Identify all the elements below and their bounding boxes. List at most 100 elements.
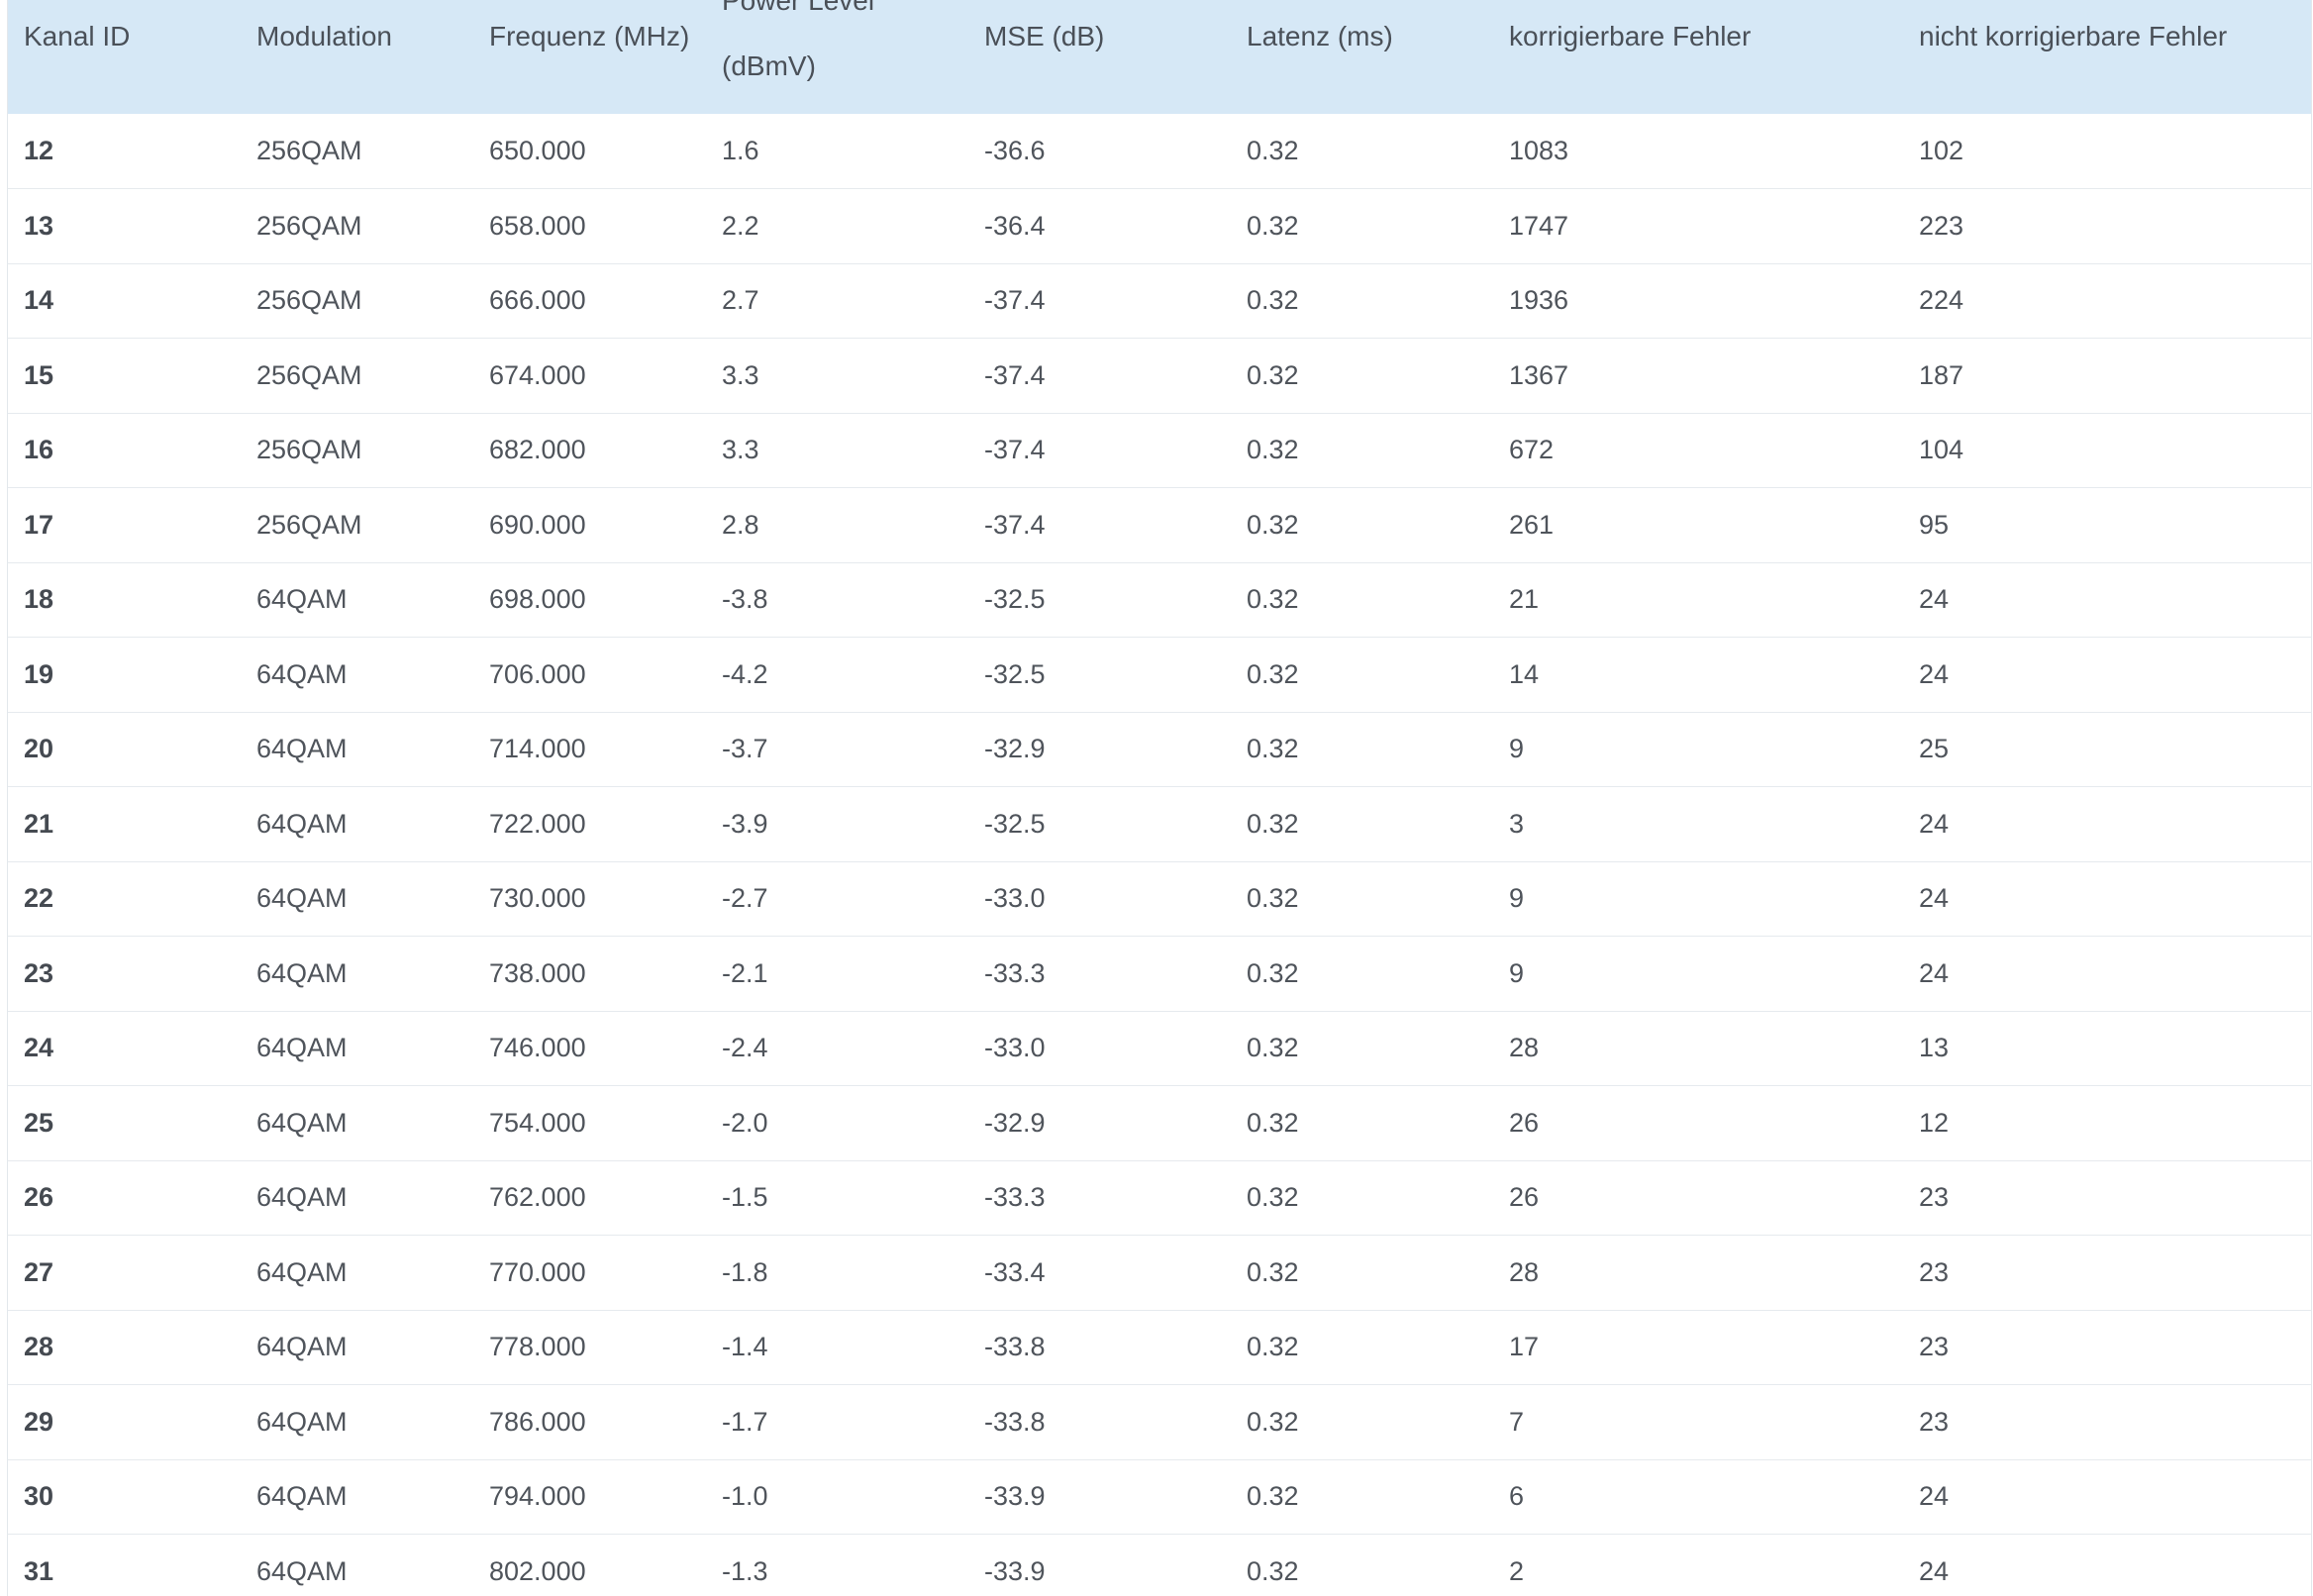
cell-modulation: 64QAM [256, 1107, 348, 1138]
cell-nicht-korrigierbare-fehler: 23 [1919, 1256, 1950, 1287]
cell-kanal-id: 16 [24, 435, 54, 465]
cell-frequenz: 754.000 [489, 1107, 586, 1138]
cell-latenz: 0.32 [1247, 285, 1299, 316]
cell-modulation: 64QAM [256, 658, 348, 689]
cell-modulation: 256QAM [256, 509, 362, 540]
cell-korrigierbare-fehler: 1747 [1509, 210, 1569, 241]
table-row: 17 256QAM 690.000 2.8 -37.4 0.32 261 95 [8, 488, 2311, 562]
cell-power-level: -3.7 [722, 734, 768, 764]
cell-korrigierbare-fehler: 21 [1509, 584, 1540, 615]
cell-kanal-id: 22 [24, 883, 54, 914]
cell-kanal-id: 28 [24, 1332, 54, 1362]
cell-mse: -32.5 [984, 584, 1046, 615]
cell-mse: -33.3 [984, 1182, 1046, 1213]
cell-latenz: 0.32 [1247, 1182, 1299, 1213]
cell-latenz: 0.32 [1247, 1556, 1299, 1586]
cell-nicht-korrigierbare-fehler: 24 [1919, 808, 1950, 839]
cell-mse: -33.0 [984, 883, 1046, 914]
cell-latenz: 0.32 [1247, 584, 1299, 615]
cell-nicht-korrigierbare-fehler: 24 [1919, 1481, 1950, 1512]
cell-power-level: -1.7 [722, 1406, 768, 1437]
cell-frequenz: 794.000 [489, 1481, 586, 1512]
cell-frequenz: 762.000 [489, 1182, 586, 1213]
cell-power-level: -4.2 [722, 658, 768, 689]
cell-kanal-id: 12 [24, 136, 54, 165]
cell-kanal-id: 20 [24, 734, 54, 764]
column-header-mse: MSE (dB) [984, 21, 1105, 51]
cell-modulation: 64QAM [256, 808, 348, 839]
downstream-channel-table-container: Kanal ID Modulation Frequenz (MHz) Power… [7, 0, 2312, 1596]
downstream-channel-table: Kanal ID Modulation Frequenz (MHz) Power… [8, 0, 2311, 1596]
cell-modulation: 64QAM [256, 957, 348, 988]
cell-frequenz: 674.000 [489, 359, 586, 390]
cell-power-level: -2.1 [722, 957, 768, 988]
cell-nicht-korrigierbare-fehler: 25 [1919, 734, 1950, 764]
cell-frequenz: 690.000 [489, 509, 586, 540]
cell-nicht-korrigierbare-fehler: 24 [1919, 957, 1950, 988]
cell-korrigierbare-fehler: 2 [1509, 1556, 1525, 1586]
cell-latenz: 0.32 [1247, 1256, 1299, 1287]
cell-mse: -36.4 [984, 210, 1046, 241]
cell-frequenz: 722.000 [489, 808, 586, 839]
table-row: 21 64QAM 722.000 -3.9 -32.5 0.32 3 24 [8, 787, 2311, 861]
cell-latenz: 0.32 [1247, 359, 1299, 390]
cell-frequenz: 778.000 [489, 1332, 586, 1362]
cell-power-level: -3.8 [722, 584, 768, 615]
cell-korrigierbare-fehler: 261 [1509, 509, 1555, 540]
cell-power-level: -1.8 [722, 1256, 768, 1287]
cell-power-level: -2.7 [722, 883, 768, 914]
column-header-modulation: Modulation [256, 21, 392, 51]
cell-frequenz: 802.000 [489, 1556, 586, 1586]
cell-modulation: 64QAM [256, 1182, 348, 1213]
cell-korrigierbare-fehler: 1367 [1509, 359, 1569, 390]
cell-korrigierbare-fehler: 9 [1509, 957, 1525, 988]
table-row: 15 256QAM 674.000 3.3 -37.4 0.32 1367 187 [8, 339, 2311, 413]
column-header-power-level-line1: Power Level [722, 0, 875, 16]
cell-mse: -33.8 [984, 1406, 1046, 1437]
cell-korrigierbare-fehler: 7 [1509, 1406, 1525, 1437]
cell-mse: -32.5 [984, 808, 1046, 839]
cell-korrigierbare-fehler: 1936 [1509, 285, 1569, 316]
cell-power-level: 2.8 [722, 509, 759, 540]
cell-modulation: 64QAM [256, 883, 348, 914]
cell-nicht-korrigierbare-fehler: 23 [1919, 1332, 1950, 1362]
cell-power-level: -1.5 [722, 1182, 768, 1213]
cell-mse: -33.9 [984, 1481, 1046, 1512]
cell-modulation: 64QAM [256, 1332, 348, 1362]
cell-korrigierbare-fehler: 26 [1509, 1107, 1540, 1138]
cell-latenz: 0.32 [1247, 883, 1299, 914]
cell-mse: -32.9 [984, 734, 1046, 764]
cell-kanal-id: 17 [24, 509, 54, 540]
cell-frequenz: 650.000 [489, 136, 586, 165]
table-row: 31 64QAM 802.000 -1.3 -33.9 0.32 2 24 [8, 1535, 2311, 1596]
cell-power-level: 3.3 [722, 435, 759, 465]
cell-kanal-id: 29 [24, 1406, 54, 1437]
cell-modulation: 64QAM [256, 1406, 348, 1437]
cell-kanal-id: 30 [24, 1481, 54, 1512]
cell-power-level: -2.4 [722, 1033, 768, 1063]
cell-nicht-korrigierbare-fehler: 23 [1919, 1406, 1950, 1437]
table-row: 25 64QAM 754.000 -2.0 -32.9 0.32 26 12 [8, 1086, 2311, 1160]
cell-mse: -37.4 [984, 509, 1046, 540]
cell-korrigierbare-fehler: 9 [1509, 883, 1525, 914]
cell-kanal-id: 31 [24, 1556, 54, 1586]
cell-modulation: 64QAM [256, 1481, 348, 1512]
cell-mse: -37.4 [984, 359, 1046, 390]
cell-korrigierbare-fehler: 6 [1509, 1481, 1525, 1512]
cell-frequenz: 706.000 [489, 658, 586, 689]
cell-mse: -36.6 [984, 136, 1046, 165]
column-header-latenz: Latenz (ms) [1247, 21, 1393, 51]
cell-korrigierbare-fehler: 28 [1509, 1256, 1540, 1287]
cell-kanal-id: 18 [24, 584, 54, 615]
cell-modulation: 64QAM [256, 1033, 348, 1063]
table-row: 12 256QAM 650.000 1.6 -36.6 0.32 1083 102 [8, 114, 2311, 189]
cell-latenz: 0.32 [1247, 1107, 1299, 1138]
column-header-nicht-korrigierbare-fehler: nicht korrigierbare Fehler [1919, 21, 2228, 51]
cell-frequenz: 770.000 [489, 1256, 586, 1287]
column-header-frequenz: Frequenz (MHz) [489, 21, 690, 51]
cell-frequenz: 658.000 [489, 210, 586, 241]
cell-frequenz: 730.000 [489, 883, 586, 914]
cell-korrigierbare-fehler: 672 [1509, 435, 1555, 465]
table-row: 20 64QAM 714.000 -3.7 -32.9 0.32 9 25 [8, 712, 2311, 787]
column-header-power-level-line2: (dBmV) [722, 50, 816, 81]
